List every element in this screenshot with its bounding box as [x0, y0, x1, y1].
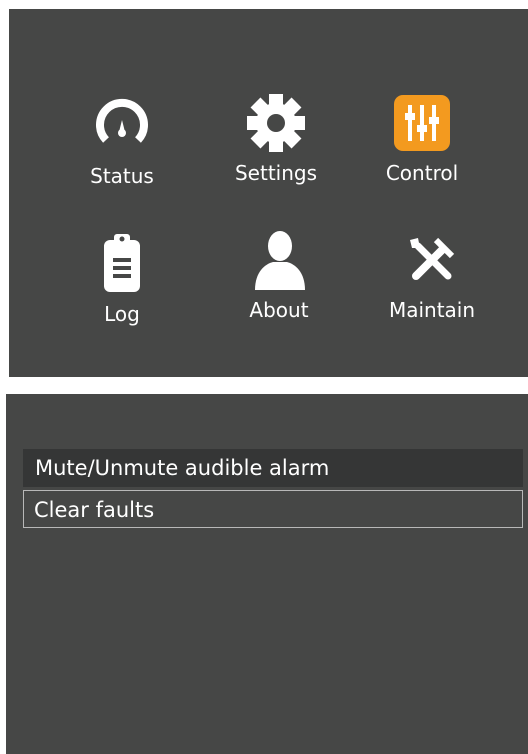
maintain-tile[interactable]: Maintain — [372, 228, 492, 338]
gauge-icon — [90, 94, 154, 158]
log-tile[interactable]: Log — [62, 232, 182, 342]
control-tile[interactable]: Control — [362, 91, 482, 201]
log-label: Log — [104, 302, 140, 326]
status-tile[interactable]: Status — [62, 94, 182, 204]
mute-alarm-option[interactable]: Mute/Unmute audible alarm — [23, 449, 523, 487]
maintain-label: Maintain — [388, 298, 476, 322]
sliders-icon — [390, 91, 454, 155]
about-tile[interactable]: About — [219, 228, 339, 338]
control-label: Control — [385, 161, 459, 185]
clipboard-icon — [90, 232, 154, 296]
gear-icon — [244, 91, 308, 155]
mute-alarm-label: Mute/Unmute audible alarm — [35, 456, 330, 480]
settings-label: Settings — [234, 161, 318, 185]
person-icon — [247, 228, 311, 292]
control-options-panel: Mute/Unmute audible alarm Clear faults — [6, 394, 528, 754]
main-menu-panel: Status Settings Control Log About Mainta… — [9, 9, 528, 377]
clear-faults-option[interactable]: Clear faults — [23, 490, 523, 528]
settings-tile[interactable]: Settings — [216, 91, 336, 201]
status-label: Status — [90, 164, 154, 188]
tools-icon — [400, 228, 464, 292]
about-label: About — [249, 298, 309, 322]
clear-faults-label: Clear faults — [34, 498, 155, 522]
